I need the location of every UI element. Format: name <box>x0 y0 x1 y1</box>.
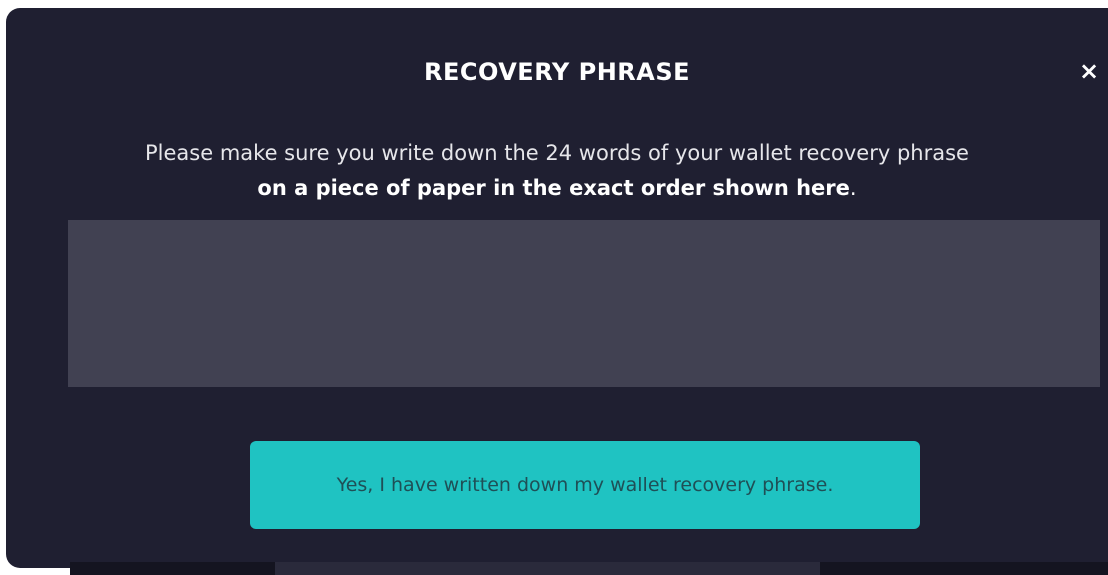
instructions-line-2: on a piece of paper in the exact order s… <box>6 171 1108 206</box>
background-page-strip <box>70 562 1108 575</box>
instructions-line-1: Please make sure you write down the 24 w… <box>145 141 969 165</box>
instructions-emphasis: on a piece of paper in the exact order s… <box>257 176 850 200</box>
instructions-period: . <box>849 176 857 200</box>
background-panel <box>275 562 820 575</box>
modal-title: RECOVERY PHRASE <box>423 58 691 86</box>
confirm-written-down-button[interactable]: Yes, I have written down my wallet recov… <box>250 441 920 529</box>
recovery-phrase-modal: RECOVERY PHRASE × Please make sure you w… <box>6 8 1108 568</box>
close-button[interactable]: × <box>1074 56 1104 86</box>
recovery-phrase-box <box>68 220 1100 387</box>
close-icon[interactable]: × <box>1079 57 1099 85</box>
instructions-text: Please make sure you write down the 24 w… <box>6 136 1108 206</box>
